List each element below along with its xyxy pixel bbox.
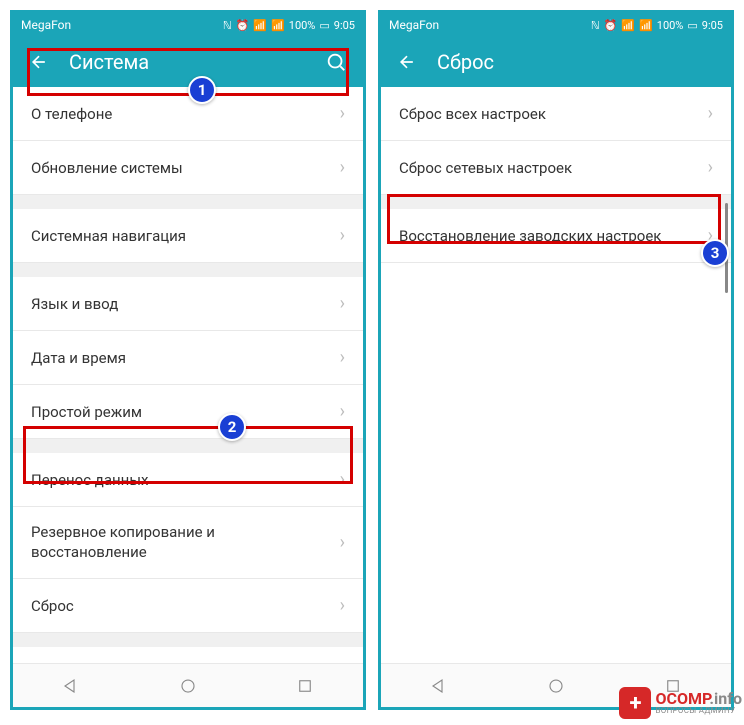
clock: 9:05 bbox=[334, 19, 355, 32]
item-factory-reset[interactable]: Восстановление заводских настроек › bbox=[381, 209, 731, 263]
wifi-icon: 📶 bbox=[253, 19, 267, 32]
item-data-transfer[interactable]: Перенос данных › bbox=[13, 453, 363, 507]
status-bar: MegaFon ℕ ⏰ 📶 📶 100% ▭ 9:05 bbox=[381, 13, 731, 37]
list-item-label: Системная навигация bbox=[31, 227, 186, 245]
watermark-sub: ВОПРОСЫ АДМИНУ bbox=[655, 707, 742, 715]
chevron-right-icon: › bbox=[340, 401, 345, 422]
reset-list: Сброс всех настроек › Сброс сетевых наст… bbox=[381, 87, 731, 263]
chevron-right-icon: › bbox=[340, 595, 345, 616]
section-divider bbox=[13, 633, 363, 647]
battery-icon: ▭ bbox=[319, 19, 329, 32]
settings-list: О телефоне › Обновление системы › Систем… bbox=[13, 87, 363, 701]
nfc-icon: ℕ bbox=[591, 19, 600, 32]
status-bar: MegaFon ℕ ⏰ 📶 📶 100% ▭ 9:05 bbox=[13, 13, 363, 37]
step-badge-2: 2 bbox=[218, 413, 246, 441]
item-date-time[interactable]: Дата и время › bbox=[13, 331, 363, 385]
list-item-label: Восстановление заводских настроек bbox=[399, 227, 661, 245]
nav-home[interactable] bbox=[179, 677, 197, 695]
app-header: Сброс bbox=[381, 37, 731, 87]
item-simple-mode[interactable]: Простой режим › bbox=[13, 385, 363, 439]
navigation-bar bbox=[13, 663, 363, 707]
alarm-icon: ⏰ bbox=[236, 19, 250, 32]
item-backup-restore[interactable]: Резервное копирование и восстановление › bbox=[13, 507, 363, 579]
chevron-right-icon: › bbox=[340, 469, 345, 490]
chevron-right-icon: › bbox=[340, 293, 345, 314]
search-button[interactable] bbox=[325, 51, 347, 73]
chevron-right-icon: › bbox=[340, 157, 345, 178]
header-title: Система bbox=[69, 50, 305, 74]
watermark: + OCOMP.info ВОПРОСЫ АДМИНУ bbox=[619, 687, 742, 719]
back-button[interactable] bbox=[29, 52, 49, 72]
chevron-right-icon: › bbox=[340, 103, 345, 124]
alarm-icon: ⏰ bbox=[604, 19, 618, 32]
signal-icon: 📶 bbox=[639, 19, 653, 32]
item-reset[interactable]: Сброс › bbox=[13, 579, 363, 633]
list-item-label: Сброс сетевых настроек bbox=[399, 159, 572, 177]
nfc-icon: ℕ bbox=[223, 19, 232, 32]
carrier-label: MegaFon bbox=[21, 18, 71, 32]
header-title: Сброс bbox=[437, 50, 715, 74]
list-item-label: Дата и время bbox=[31, 349, 126, 367]
chevron-right-icon: › bbox=[340, 531, 345, 554]
signal-icon: 📶 bbox=[271, 19, 285, 32]
list-item-label: О телефоне bbox=[31, 105, 112, 123]
section-divider bbox=[13, 439, 363, 453]
list-item-label: Простой режим bbox=[31, 403, 142, 421]
nav-back[interactable] bbox=[62, 677, 80, 695]
step-badge-1: 1 bbox=[188, 76, 216, 104]
status-right: ℕ ⏰ 📶 📶 100% ▭ 9:05 bbox=[591, 19, 723, 32]
chevron-right-icon: › bbox=[708, 103, 713, 124]
carrier-label: MegaFon bbox=[389, 18, 439, 32]
watermark-icon: + bbox=[619, 687, 651, 719]
nav-home[interactable] bbox=[547, 677, 565, 695]
chevron-right-icon: › bbox=[708, 157, 713, 178]
phone-screen-2: MegaFon ℕ ⏰ 📶 📶 100% ▭ 9:05 Сброс Сброс … bbox=[378, 10, 734, 710]
chevron-right-icon: › bbox=[340, 225, 345, 246]
item-language-input[interactable]: Язык и ввод › bbox=[13, 277, 363, 331]
section-divider bbox=[13, 263, 363, 277]
battery-icon: ▭ bbox=[687, 19, 697, 32]
battery-percent: 100% bbox=[289, 19, 316, 32]
back-button[interactable] bbox=[397, 52, 417, 72]
section-divider bbox=[13, 195, 363, 209]
list-item-label: Обновление системы bbox=[31, 159, 183, 177]
chevron-right-icon: › bbox=[340, 347, 345, 368]
battery-percent: 100% bbox=[657, 19, 684, 32]
nav-back[interactable] bbox=[430, 677, 448, 695]
clock: 9:05 bbox=[702, 19, 723, 32]
status-right: ℕ ⏰ 📶 📶 100% ▭ 9:05 bbox=[223, 19, 355, 32]
list-item-label: Перенос данных bbox=[31, 471, 148, 489]
phone-screen-1: MegaFon ℕ ⏰ 📶 📶 100% ▭ 9:05 Система О те… bbox=[10, 10, 366, 710]
item-reset-network[interactable]: Сброс сетевых настроек › bbox=[381, 141, 731, 195]
watermark-text: OCOMP.info ВОПРОСЫ АДМИНУ bbox=[655, 691, 742, 715]
step-badge-3: 3 bbox=[701, 239, 729, 267]
item-system-navigation[interactable]: Системная навигация › bbox=[13, 209, 363, 263]
list-item-label: Язык и ввод bbox=[31, 295, 118, 313]
list-item-label: Резервное копирование и восстановление bbox=[31, 523, 291, 562]
wifi-icon: 📶 bbox=[621, 19, 635, 32]
app-header: Система bbox=[13, 37, 363, 87]
list-item-label: Сброс всех настроек bbox=[399, 105, 546, 123]
section-divider bbox=[381, 195, 731, 209]
list-item-label: Сброс bbox=[31, 597, 74, 615]
item-system-update[interactable]: Обновление системы › bbox=[13, 141, 363, 195]
item-reset-all[interactable]: Сброс всех настроек › bbox=[381, 87, 731, 141]
nav-recent[interactable] bbox=[296, 677, 314, 695]
